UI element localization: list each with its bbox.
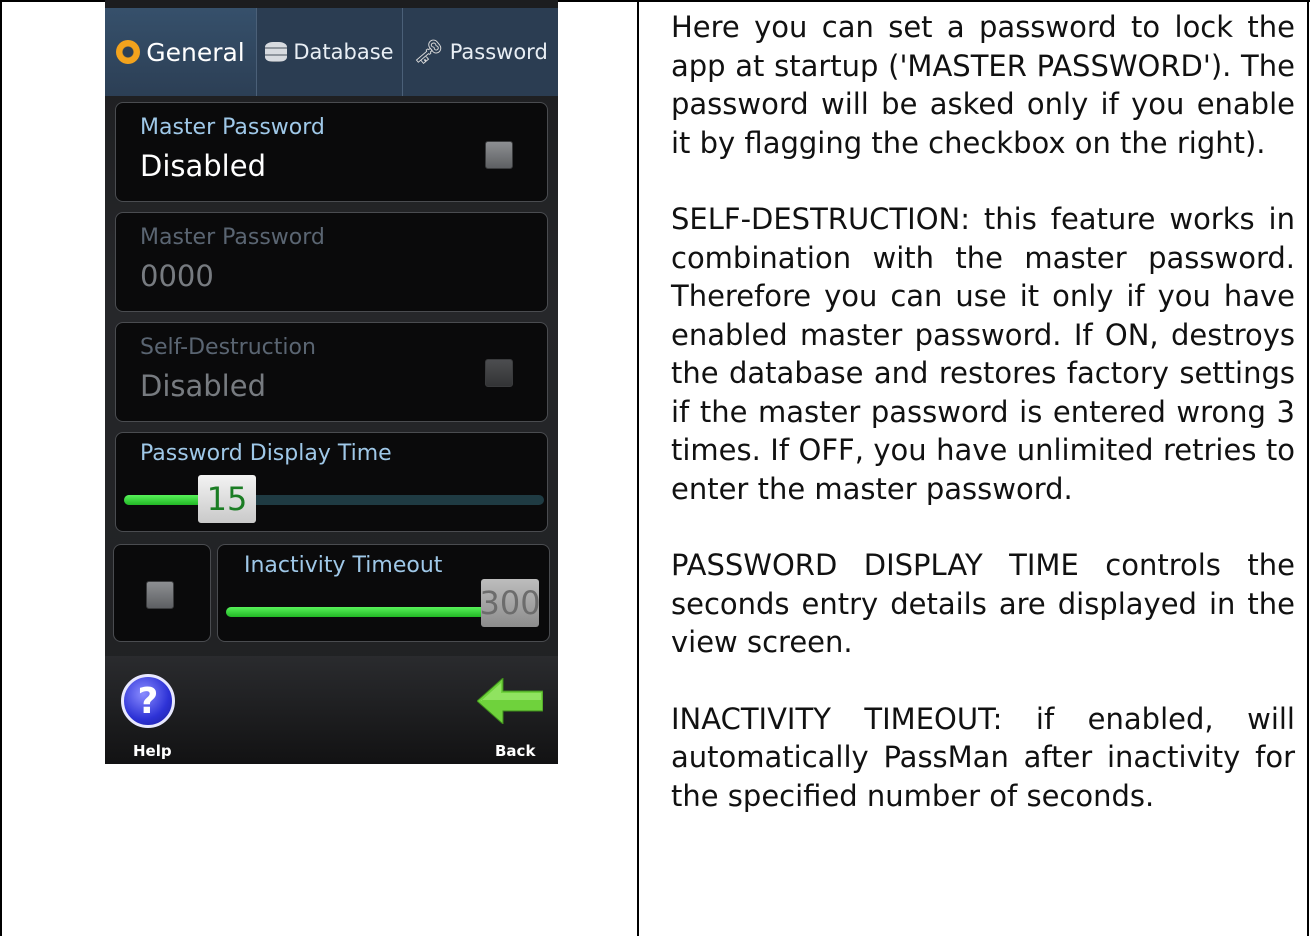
slider-thumb[interactable]: 15	[198, 475, 256, 523]
tab-general[interactable]: General	[105, 8, 257, 96]
inactivity-timeout-checkbox[interactable]	[146, 581, 174, 609]
slider-fill	[124, 495, 208, 505]
setting-label: Inactivity Timeout	[244, 553, 443, 578]
master-password-toggle[interactable]: Master Password Disabled	[115, 102, 548, 202]
help-label: Help	[133, 742, 172, 760]
bottom-toolbar: ? Help Back	[105, 656, 558, 764]
help-description: Here you can set a password to lock the …	[671, 8, 1295, 853]
help-button[interactable]: ?	[121, 674, 175, 728]
setting-value: 0000	[140, 259, 214, 293]
question-icon: ?	[137, 680, 159, 722]
self-destruction-checkbox[interactable]	[485, 359, 513, 387]
setting-value: Disabled	[140, 149, 266, 183]
inactivity-timeout-slider[interactable]: Inactivity Timeout 300	[217, 544, 550, 642]
table-right-border	[1307, 0, 1309, 936]
master-password-checkbox[interactable]	[485, 141, 513, 169]
tab-database[interactable]: Database	[257, 8, 403, 96]
slider-value: 300	[479, 584, 541, 622]
tab-label: General	[146, 37, 245, 67]
key-icon: 🗝	[413, 38, 444, 66]
back-label: Back	[495, 742, 536, 760]
paragraph-inactivity-timeout: INACTIVITY TIMEOUT: if enabled, will aut…	[671, 701, 1295, 813]
master-password-field[interactable]: Master Password 0000	[115, 212, 548, 312]
tab-password[interactable]: 🗝 Password	[403, 8, 558, 96]
paragraph-password-display-time: PASSWORD DISPLAY TIME controls the secon…	[671, 548, 1295, 659]
paragraph-self-destruction: SELF-DESTRUCTION: this feature works in …	[671, 202, 1295, 506]
slider-fill	[226, 607, 488, 617]
gear-icon	[116, 40, 141, 64]
slider-track[interactable]	[226, 607, 488, 617]
inactivity-checkbox-panel[interactable]	[113, 544, 211, 642]
database-icon	[265, 42, 288, 62]
setting-label: Self-Destruction	[140, 335, 316, 360]
paragraph-master-password: Here you can set a password to lock the …	[671, 10, 1295, 160]
back-arrow-icon[interactable]	[477, 678, 543, 724]
phone-screenshot: General Database 🗝 Password Master Passw…	[105, 0, 558, 764]
slider-track[interactable]	[124, 495, 544, 505]
slider-thumb[interactable]: 300	[479, 579, 541, 627]
setting-label: Password Display Time	[140, 441, 392, 466]
tab-label: Database	[293, 40, 394, 64]
slider-value: 15	[206, 480, 248, 518]
table-column-divider	[637, 0, 639, 936]
setting-value: Disabled	[140, 369, 266, 403]
tab-bar: General Database 🗝 Password	[105, 8, 558, 96]
tab-label: Password	[449, 40, 548, 64]
self-destruction-toggle[interactable]: Self-Destruction Disabled	[115, 322, 548, 422]
password-display-time-slider[interactable]: Password Display Time 15	[115, 432, 548, 532]
setting-label: Master Password	[140, 225, 325, 250]
setting-label: Master Password	[140, 115, 325, 140]
